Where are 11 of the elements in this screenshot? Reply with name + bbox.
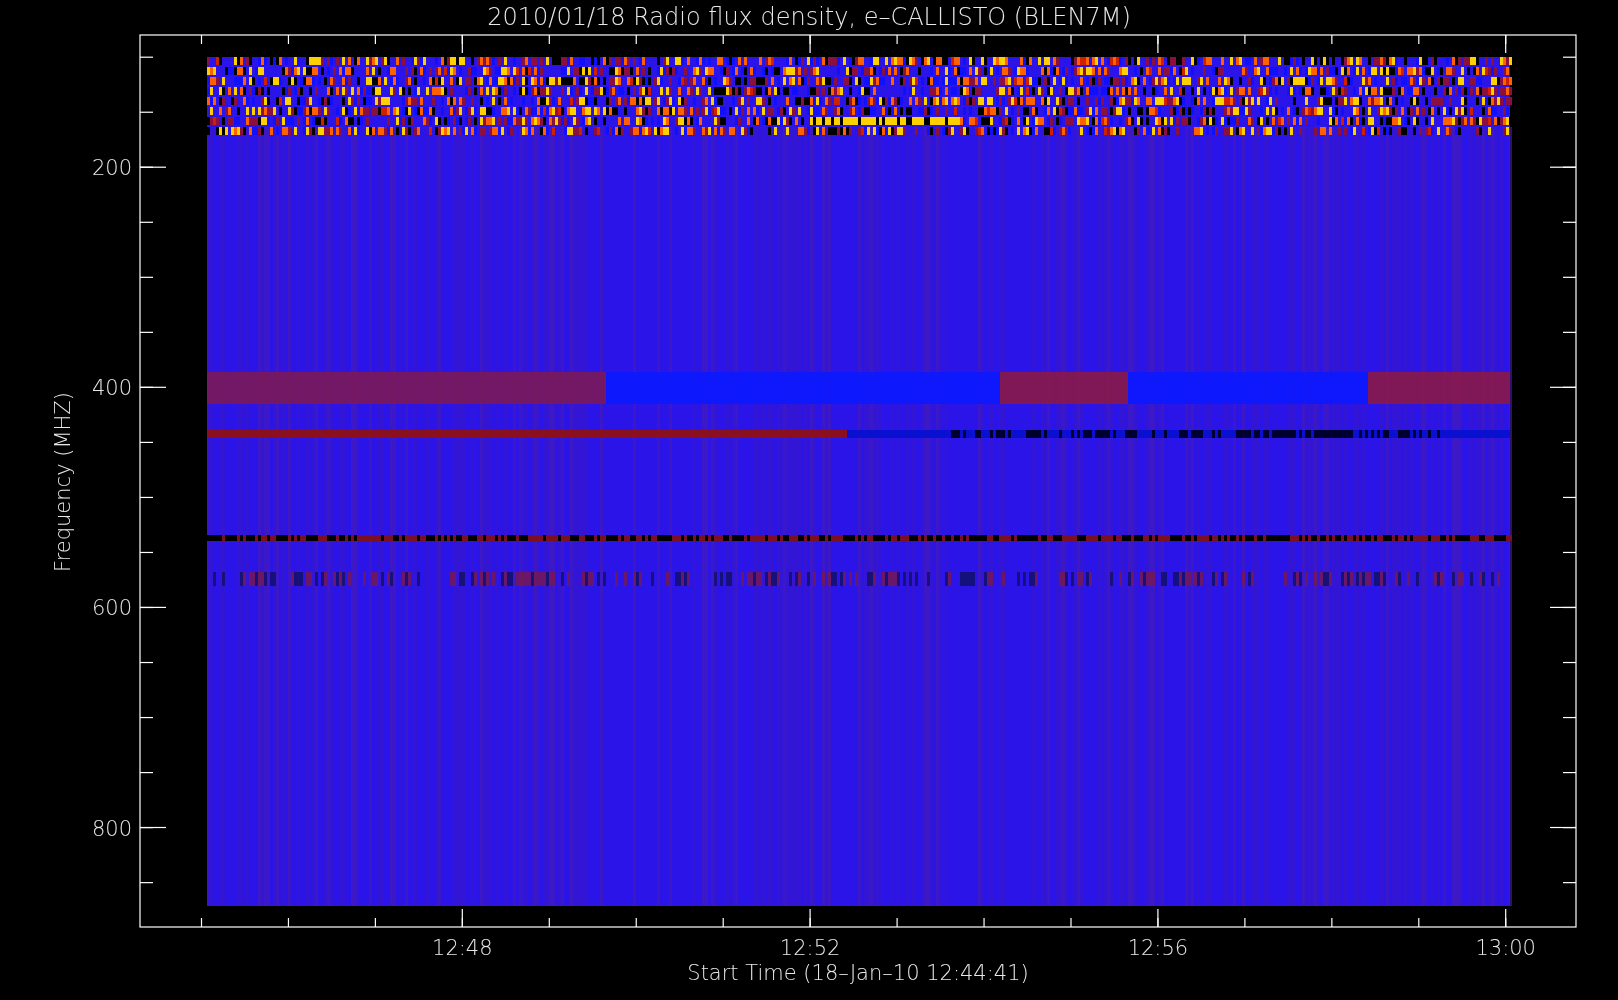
x-axis-label: Start Time (18–Jan–10 12:44:41) xyxy=(687,961,1029,985)
x-tick-label: 12:56 xyxy=(1127,936,1189,960)
y-tick-label: 400 xyxy=(91,376,132,401)
y-tick-label: 600 xyxy=(91,596,132,621)
plot-title: 2010/01/18 Radio flux density, e–CALLISTO (BLEN7M) xyxy=(487,3,1131,31)
y-axis-label: Frequency (MHZ) xyxy=(51,392,75,572)
y-tick-label: 800 xyxy=(91,816,132,841)
x-tick-label: 12:52 xyxy=(779,936,841,960)
x-tick-label: 12:48 xyxy=(432,936,493,960)
x-tick-label: 13:00 xyxy=(1475,936,1536,960)
y-tick-label: 200 xyxy=(91,156,132,181)
